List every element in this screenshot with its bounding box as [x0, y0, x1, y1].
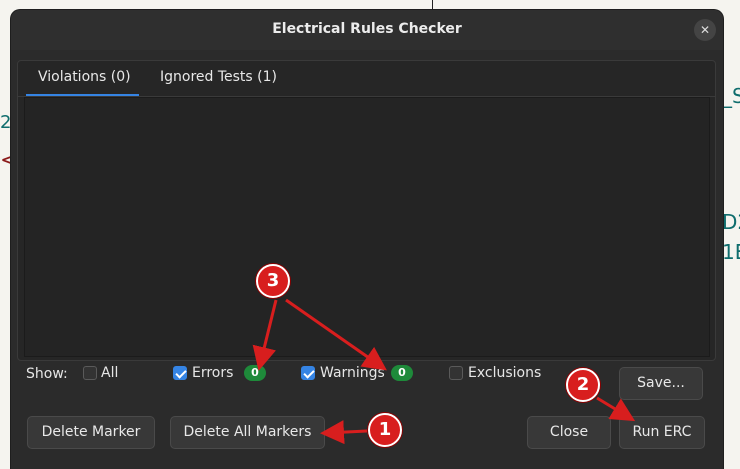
- annotation-step-2: 2: [566, 368, 600, 402]
- arrow-3-warnings: [285, 298, 387, 371]
- annotation-step-3: 3: [256, 264, 290, 298]
- annotation-arrows: [252, 298, 636, 445]
- arrow-3-errors: [252, 299, 278, 371]
- arrow-1: [320, 420, 368, 445]
- arrow-2: [596, 396, 636, 422]
- annotation-step-1: 1: [368, 413, 402, 447]
